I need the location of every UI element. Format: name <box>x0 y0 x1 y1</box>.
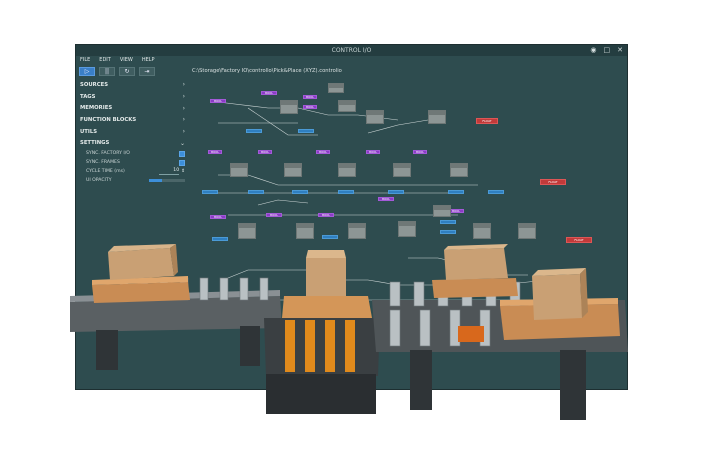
box-right-back <box>444 244 508 280</box>
pallet-right-back <box>432 278 518 298</box>
box-left <box>108 244 178 280</box>
box-center <box>306 250 346 296</box>
conveyor-center <box>264 296 380 414</box>
conveyor-scene <box>70 244 628 420</box>
pallet-left <box>92 276 190 303</box>
box-right-front <box>532 268 588 320</box>
